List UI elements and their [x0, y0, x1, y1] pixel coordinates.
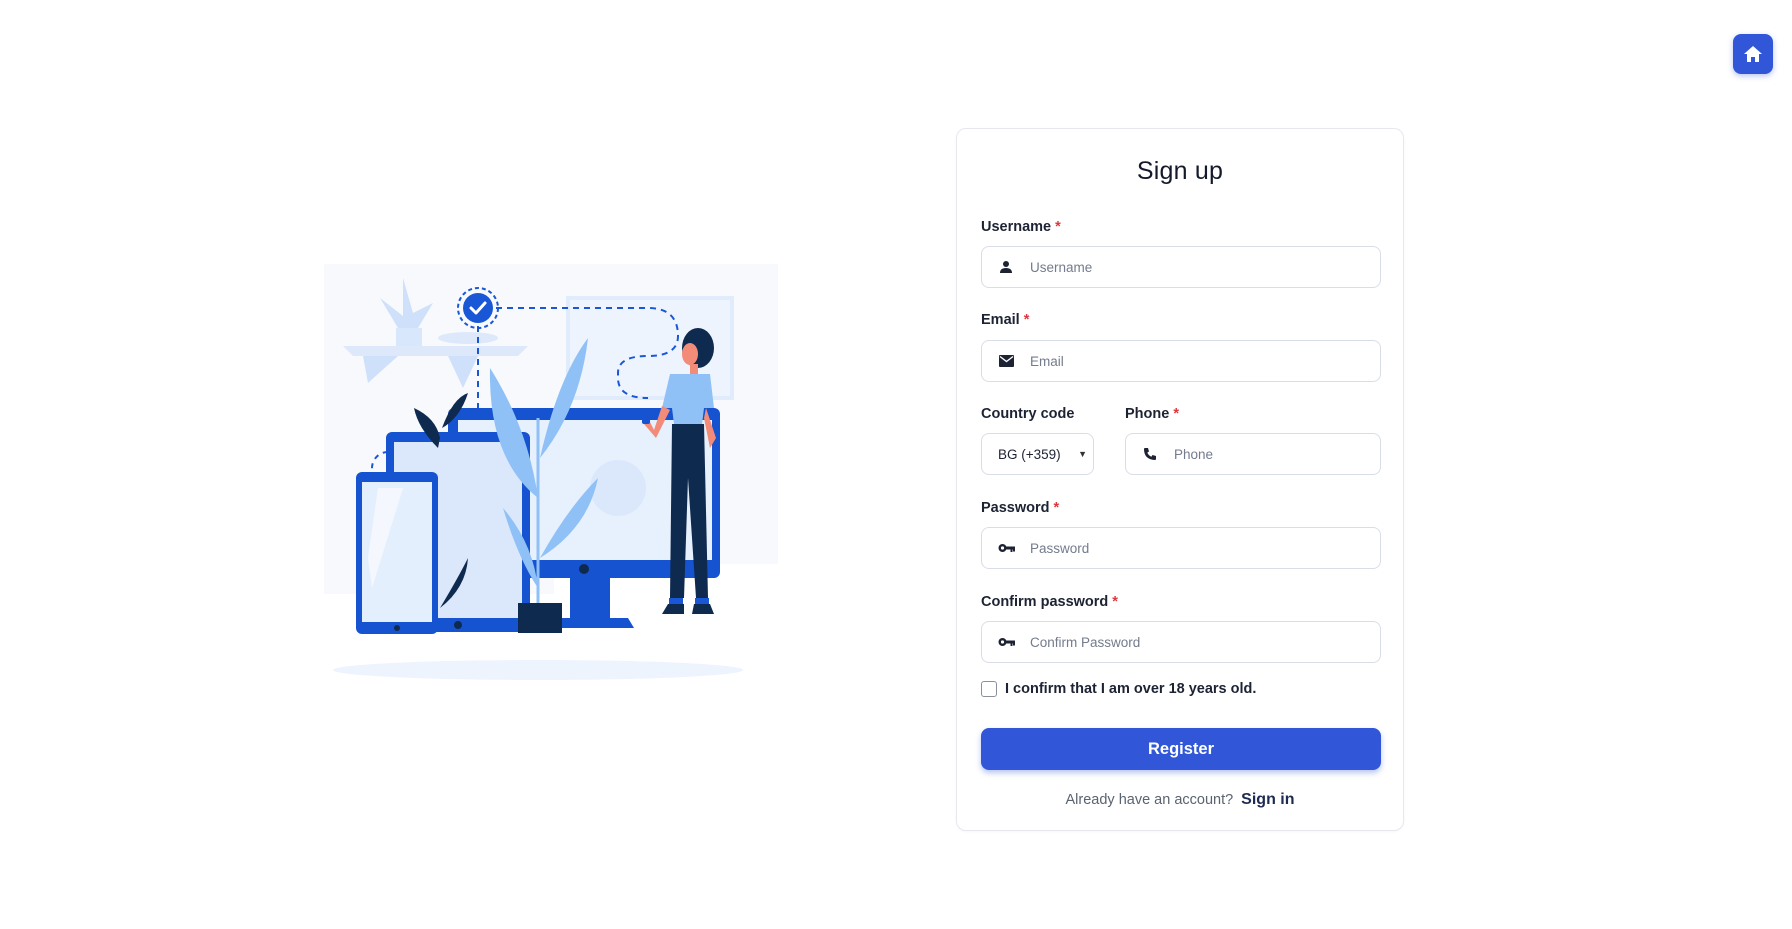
- age-confirm-checkbox[interactable]: [981, 681, 997, 697]
- confirm-password-label: Confirm password *: [981, 594, 1118, 610]
- age-confirm-label[interactable]: I confirm that I am over 18 years old.: [1005, 681, 1256, 697]
- register-button[interactable]: Register: [981, 728, 1381, 770]
- key-icon: [982, 622, 1030, 662]
- required-marker: *: [1112, 594, 1118, 610]
- dropdown-caret-icon: ▼: [1078, 449, 1087, 459]
- username-label: Username *: [981, 219, 1061, 235]
- signup-illustration: [318, 258, 838, 708]
- page-title: Sign up: [1136, 157, 1224, 185]
- email-input[interactable]: [1030, 341, 1380, 381]
- password-label: Password *: [981, 500, 1060, 516]
- home-icon: [1744, 46, 1762, 62]
- email-label: Email *: [981, 312, 1030, 328]
- confirm-password-input[interactable]: [1030, 622, 1380, 662]
- signin-link[interactable]: Sign in: [1241, 791, 1294, 808]
- password-input[interactable]: [1030, 528, 1380, 568]
- signin-prompt: Already have an account?: [1065, 792, 1234, 808]
- country-code-select[interactable]: BG (+359) ▼: [981, 433, 1094, 475]
- phone-icon: [1126, 434, 1174, 474]
- phone-label: Phone *: [1125, 406, 1179, 422]
- signin-row: Already have an account? Sign in: [957, 791, 1403, 809]
- password-field[interactable]: [981, 527, 1381, 569]
- signup-card: Sign up Username* Email* Country code BG…: [956, 128, 1404, 831]
- phone-field[interactable]: [1125, 433, 1381, 475]
- country-code-value: BG (+359): [998, 446, 1061, 462]
- key-icon: [982, 528, 1030, 568]
- username-input[interactable]: [1030, 247, 1380, 287]
- mail-icon: [982, 341, 1030, 381]
- required-marker: *: [1023, 312, 1030, 328]
- confirm-password-field[interactable]: [981, 621, 1381, 663]
- email-field[interactable]: [981, 340, 1381, 382]
- person-icon: [982, 247, 1030, 287]
- home-button[interactable]: [1733, 34, 1773, 74]
- phone-input[interactable]: [1174, 434, 1380, 474]
- required-marker: *: [1053, 500, 1060, 516]
- age-confirm-row: I confirm that I am over 18 years old.: [981, 681, 1256, 697]
- required-marker: *: [1055, 219, 1061, 235]
- username-field[interactable]: [981, 246, 1381, 288]
- required-marker: *: [1173, 406, 1179, 422]
- country-code-label: Country code: [981, 406, 1075, 422]
